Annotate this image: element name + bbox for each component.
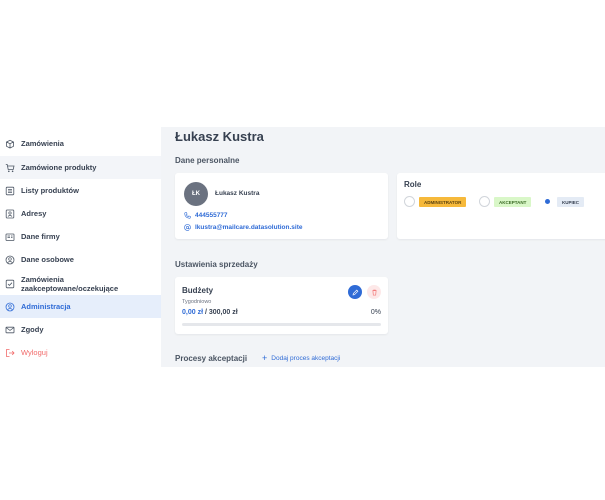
user-circle-icon	[5, 302, 15, 311]
edit-budget-button[interactable]	[348, 285, 362, 299]
personal-section-title: Dane personalne	[175, 156, 240, 165]
phone-number: 444555777	[195, 212, 228, 219]
sidebar-item-consents[interactable]: Zgody	[0, 318, 161, 341]
sidebar-item-label: Zamówienia	[21, 139, 64, 148]
sidebar-item-label: Wyloguj	[21, 348, 48, 357]
role-badge-administrator: ADMINISTRATOR	[419, 197, 467, 207]
pencil-icon	[352, 289, 358, 295]
sidebar-item-orders[interactable]: Zamówienia	[0, 132, 161, 155]
app-frame: Zamówienia Zamówione produkty Listy prod…	[0, 127, 605, 367]
main-content: Łukasz Kustra Dane personalne ŁK Łukasz …	[161, 127, 605, 367]
sidebar-item-company-data[interactable]: Dane firmy	[0, 225, 161, 248]
add-acceptance-label: Dodaj proces akceptacji	[271, 354, 341, 362]
sidebar-item-ordered-products[interactable]: Zamówione produkty	[0, 156, 161, 179]
personal-card: ŁK Łukasz Kustra 444555777 lkustra@mailc…	[175, 173, 388, 239]
page-title: Łukasz Kustra	[175, 129, 264, 144]
sales-section-title: Ustawienia sprzedaży	[175, 260, 258, 269]
budget-progress-bar	[182, 323, 381, 326]
sidebar-item-label: Listy produktów	[21, 186, 79, 195]
sidebar-item-label: Administracja	[21, 302, 71, 311]
delete-budget-button[interactable]	[367, 285, 381, 299]
budget-spent: 0,00 zł	[182, 309, 204, 316]
budget-period: Tygodniowo	[182, 299, 212, 305]
sidebar-item-administration[interactable]: Administracja	[0, 295, 161, 318]
sidebar-item-label: Zgody	[21, 325, 44, 334]
budget-title: Budżety	[182, 286, 214, 295]
roles-card: Role ADMINISTRATOR AKCEPTANT KUPIEC	[397, 173, 605, 239]
avatar: ŁK	[184, 182, 208, 206]
box-icon	[6, 139, 14, 148]
address-card-icon	[5, 209, 15, 218]
role-badge-buyer: KUPIEC	[557, 197, 585, 207]
list-icon	[5, 186, 15, 195]
sidebar: Zamówienia Zamówione produkty Listy prod…	[0, 127, 161, 367]
plus-icon: +	[262, 353, 268, 363]
cart-icon	[5, 163, 15, 172]
company-icon	[5, 233, 15, 241]
email-address: lkustra@mailcare.datasolution.site	[195, 224, 303, 231]
role-radio-administrator[interactable]	[404, 196, 415, 207]
sidebar-item-addresses[interactable]: Adresy	[0, 202, 161, 225]
role-badge-acceptant: AKCEPTANT	[494, 197, 532, 207]
budget-limit: / 300,00 zł	[203, 309, 238, 316]
sidebar-item-label: Adresy	[21, 209, 47, 218]
person-name: Łukasz Kustra	[215, 190, 260, 197]
sidebar-item-logout[interactable]: Wyloguj	[0, 341, 161, 364]
budget-card: Budżety Tygodniowo 0,00 zł / 300,00 zł 0…	[175, 277, 388, 334]
email-link[interactable]: lkustra@mailcare.datasolution.site	[184, 224, 303, 231]
acceptance-section-title: Procesy akceptacji	[175, 354, 248, 363]
user-circle-icon	[5, 255, 15, 264]
sidebar-item-label: Zamówienia zaakceptowane/oczekujące	[21, 274, 119, 293]
at-icon	[184, 224, 191, 231]
role-radio-buyer[interactable]	[542, 196, 553, 207]
phone-link[interactable]: 444555777	[184, 212, 228, 219]
mail-icon	[5, 326, 15, 333]
phone-icon	[184, 212, 191, 219]
role-radio-acceptant[interactable]	[479, 196, 490, 207]
budget-percent: 0%	[370, 309, 381, 316]
budget-amount: 0,00 zł / 300,00 zł	[182, 309, 238, 316]
sidebar-item-product-lists[interactable]: Listy produktów	[0, 179, 161, 202]
trash-icon	[371, 289, 377, 295]
roles-title: Role	[404, 180, 422, 189]
sidebar-item-label: Dane firmy	[21, 232, 60, 241]
sidebar-item-personal-data[interactable]: Dane osobowe	[0, 248, 161, 271]
sidebar-item-label: Zamówione produkty	[21, 163, 97, 172]
sidebar-item-label: Dane osobowe	[21, 255, 74, 264]
checkbox-icon	[5, 279, 15, 288]
logout-icon	[6, 348, 15, 357]
add-acceptance-process-link[interactable]: + Dodaj proces akceptacji	[262, 353, 340, 363]
sidebar-item-accepted-orders[interactable]: Zamówienia zaakceptowane/oczekujące	[0, 272, 161, 295]
